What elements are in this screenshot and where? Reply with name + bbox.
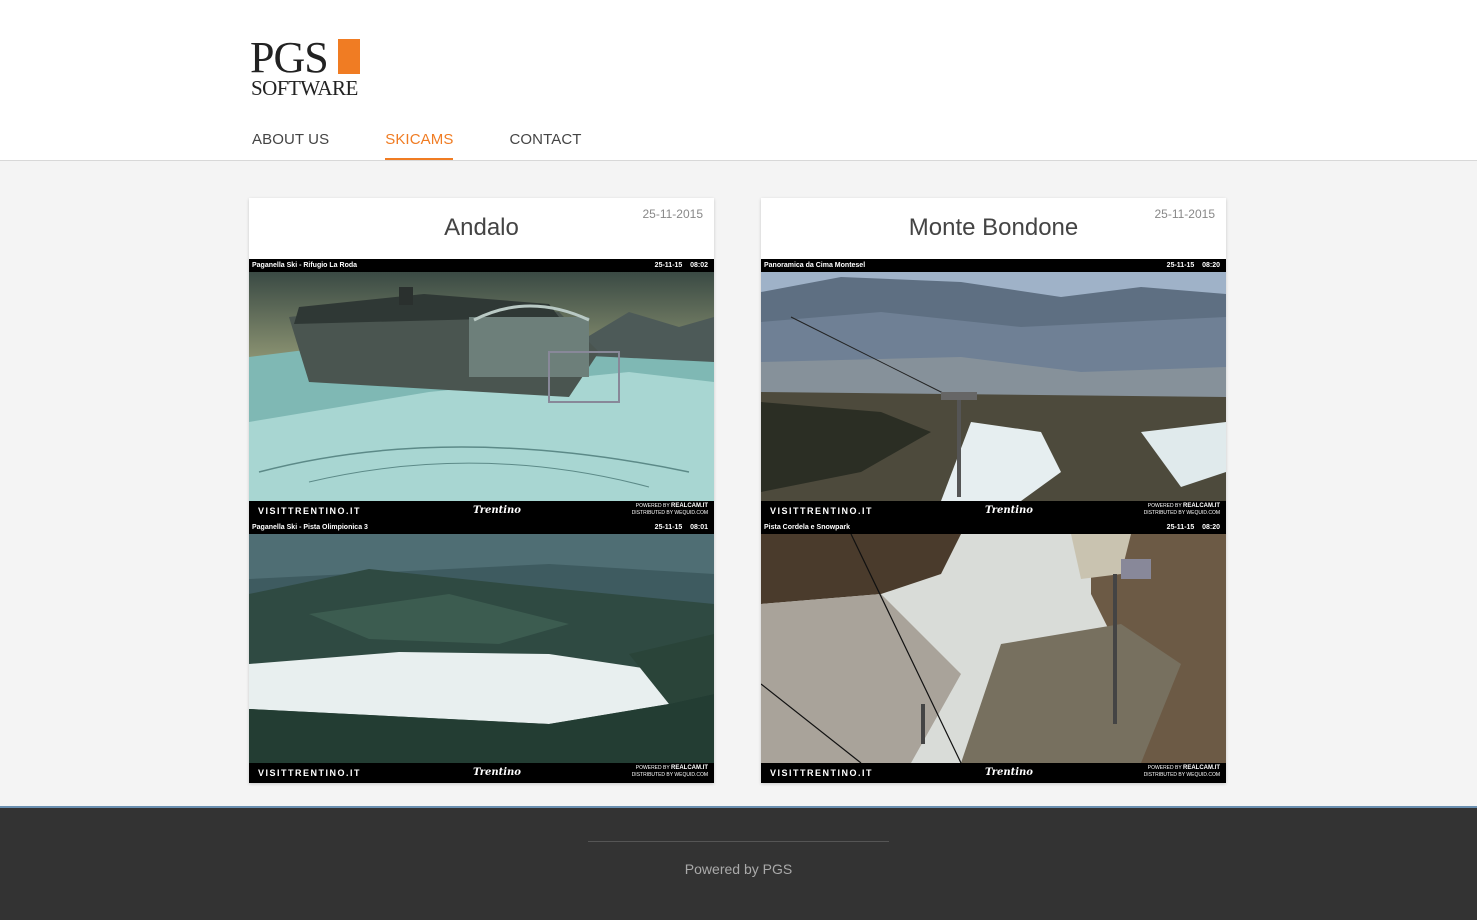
- webcam-caption-bar: Paganella Ski - Rifugio La Roda 25-11-15…: [249, 259, 714, 272]
- webcam-image-pista-cordela[interactable]: Pista Cordela e Snowpark 25-11-15 08:20 …: [761, 521, 1226, 783]
- realcam-credit: POWERED BY REALCAM.IT DISTRIBUTED BY WEQU…: [1143, 503, 1220, 516]
- webcam-image-rifugio-la-roda[interactable]: Paganella Ski - Rifugio La Roda 25-11-15…: [249, 259, 714, 521]
- logo-orange-square: [338, 39, 360, 74]
- webcam-branding-bar: VISITTRENTINO.IT Trentino POWERED BY REA…: [761, 763, 1226, 783]
- webcam-timestamp: 25-11-15 08:01: [654, 524, 708, 531]
- visittrentino-logo: VISITTRENTINO.IT: [770, 506, 874, 516]
- pgs-logo[interactable]: PGS SOFTWARE: [250, 33, 362, 100]
- webcam-scene-pista: [249, 534, 714, 763]
- nav-item-contact[interactable]: CONTACT: [509, 124, 581, 160]
- realcam-credit: POWERED BY REALCAM.IT DISTRIBUTED BY WEQU…: [1143, 765, 1220, 778]
- card-title: Andalo: [444, 214, 519, 241]
- logo-text-bottom: SOFTWARE: [251, 76, 358, 100]
- trentino-logo: Trentino: [473, 505, 521, 516]
- webcam-caption-bar: Panoramica da Cima Montesel 25-11-15 08:…: [761, 259, 1226, 272]
- webcam-caption: Paganella Ski - Rifugio La Roda: [252, 262, 358, 269]
- trentino-logo: Trentino: [985, 505, 1033, 516]
- webcam-branding-bar: VISITTRENTINO.IT Trentino POWERED BY REA…: [249, 763, 714, 783]
- webcam-branding-bar: VISITTRENTINO.IT Trentino POWERED BY REA…: [761, 501, 1226, 521]
- webcam-timestamp: 25-11-15 08:20: [1166, 262, 1220, 269]
- skicam-card-andalo: 25-11-2015 Andalo Paganella Ski - Rifugi…: [249, 198, 714, 783]
- visittrentino-logo: VISITTRENTINO.IT: [258, 768, 362, 778]
- nav-item-about-us[interactable]: ABOUT US: [252, 124, 329, 160]
- realcam-credit: POWERED BY REALCAM.IT DISTRIBUTED BY WEQU…: [631, 503, 708, 516]
- webcam-caption-bar: Pista Cordela e Snowpark 25-11-15 08:20: [761, 521, 1226, 534]
- logo-text-top: PGS: [250, 33, 329, 82]
- webcam-caption: Panoramica da Cima Montesel: [764, 262, 866, 269]
- webcam-timestamp: 25-11-15 08:02: [654, 262, 708, 269]
- trentino-logo: Trentino: [473, 767, 521, 778]
- webcam-caption: Paganella Ski - Pista Olimpionica 3: [252, 524, 368, 531]
- skicam-card-monte-bondone: 25-11-2015 Monte Bondone Panoramica da C…: [761, 198, 1226, 783]
- webcam-image-cima-montesel[interactable]: Panoramica da Cima Montesel 25-11-15 08:…: [761, 259, 1226, 521]
- webcam-branding-bar: VISITTRENTINO.IT Trentino POWERED BY REA…: [249, 501, 714, 521]
- webcam-scene-snowpark: [761, 534, 1226, 763]
- webcam-image-pista-olimpionica[interactable]: Paganella Ski - Pista Olimpionica 3 25-1…: [249, 521, 714, 783]
- card-title: Monte Bondone: [908, 214, 1079, 241]
- realcam-credit: POWERED BY REALCAM.IT DISTRIBUTED BY WEQU…: [631, 765, 708, 778]
- main-nav: ABOUT US SKICAMS CONTACT: [252, 124, 638, 161]
- footer-divider: [588, 841, 889, 842]
- webcam-caption: Pista Cordela e Snowpark: [764, 524, 850, 531]
- nav-item-skicams[interactable]: SKICAMS: [385, 124, 454, 160]
- footer-powered-by: Powered by PGS: [684, 861, 793, 877]
- footer: Powered by PGS: [0, 806, 1477, 920]
- visittrentino-logo: VISITTRENTINO.IT: [770, 768, 874, 778]
- header: PGS SOFTWARE ABOUT US SKICAMS CONTACT: [0, 0, 1477, 161]
- visittrentino-logo: VISITTRENTINO.IT: [258, 506, 362, 516]
- trentino-logo: Trentino: [985, 767, 1033, 778]
- webcam-caption-bar: Paganella Ski - Pista Olimpionica 3 25-1…: [249, 521, 714, 534]
- webcam-scene-panorama: [761, 272, 1226, 501]
- webcam-timestamp: 25-11-15 08:20: [1166, 524, 1220, 531]
- webcam-scene-rifugio: [249, 272, 714, 501]
